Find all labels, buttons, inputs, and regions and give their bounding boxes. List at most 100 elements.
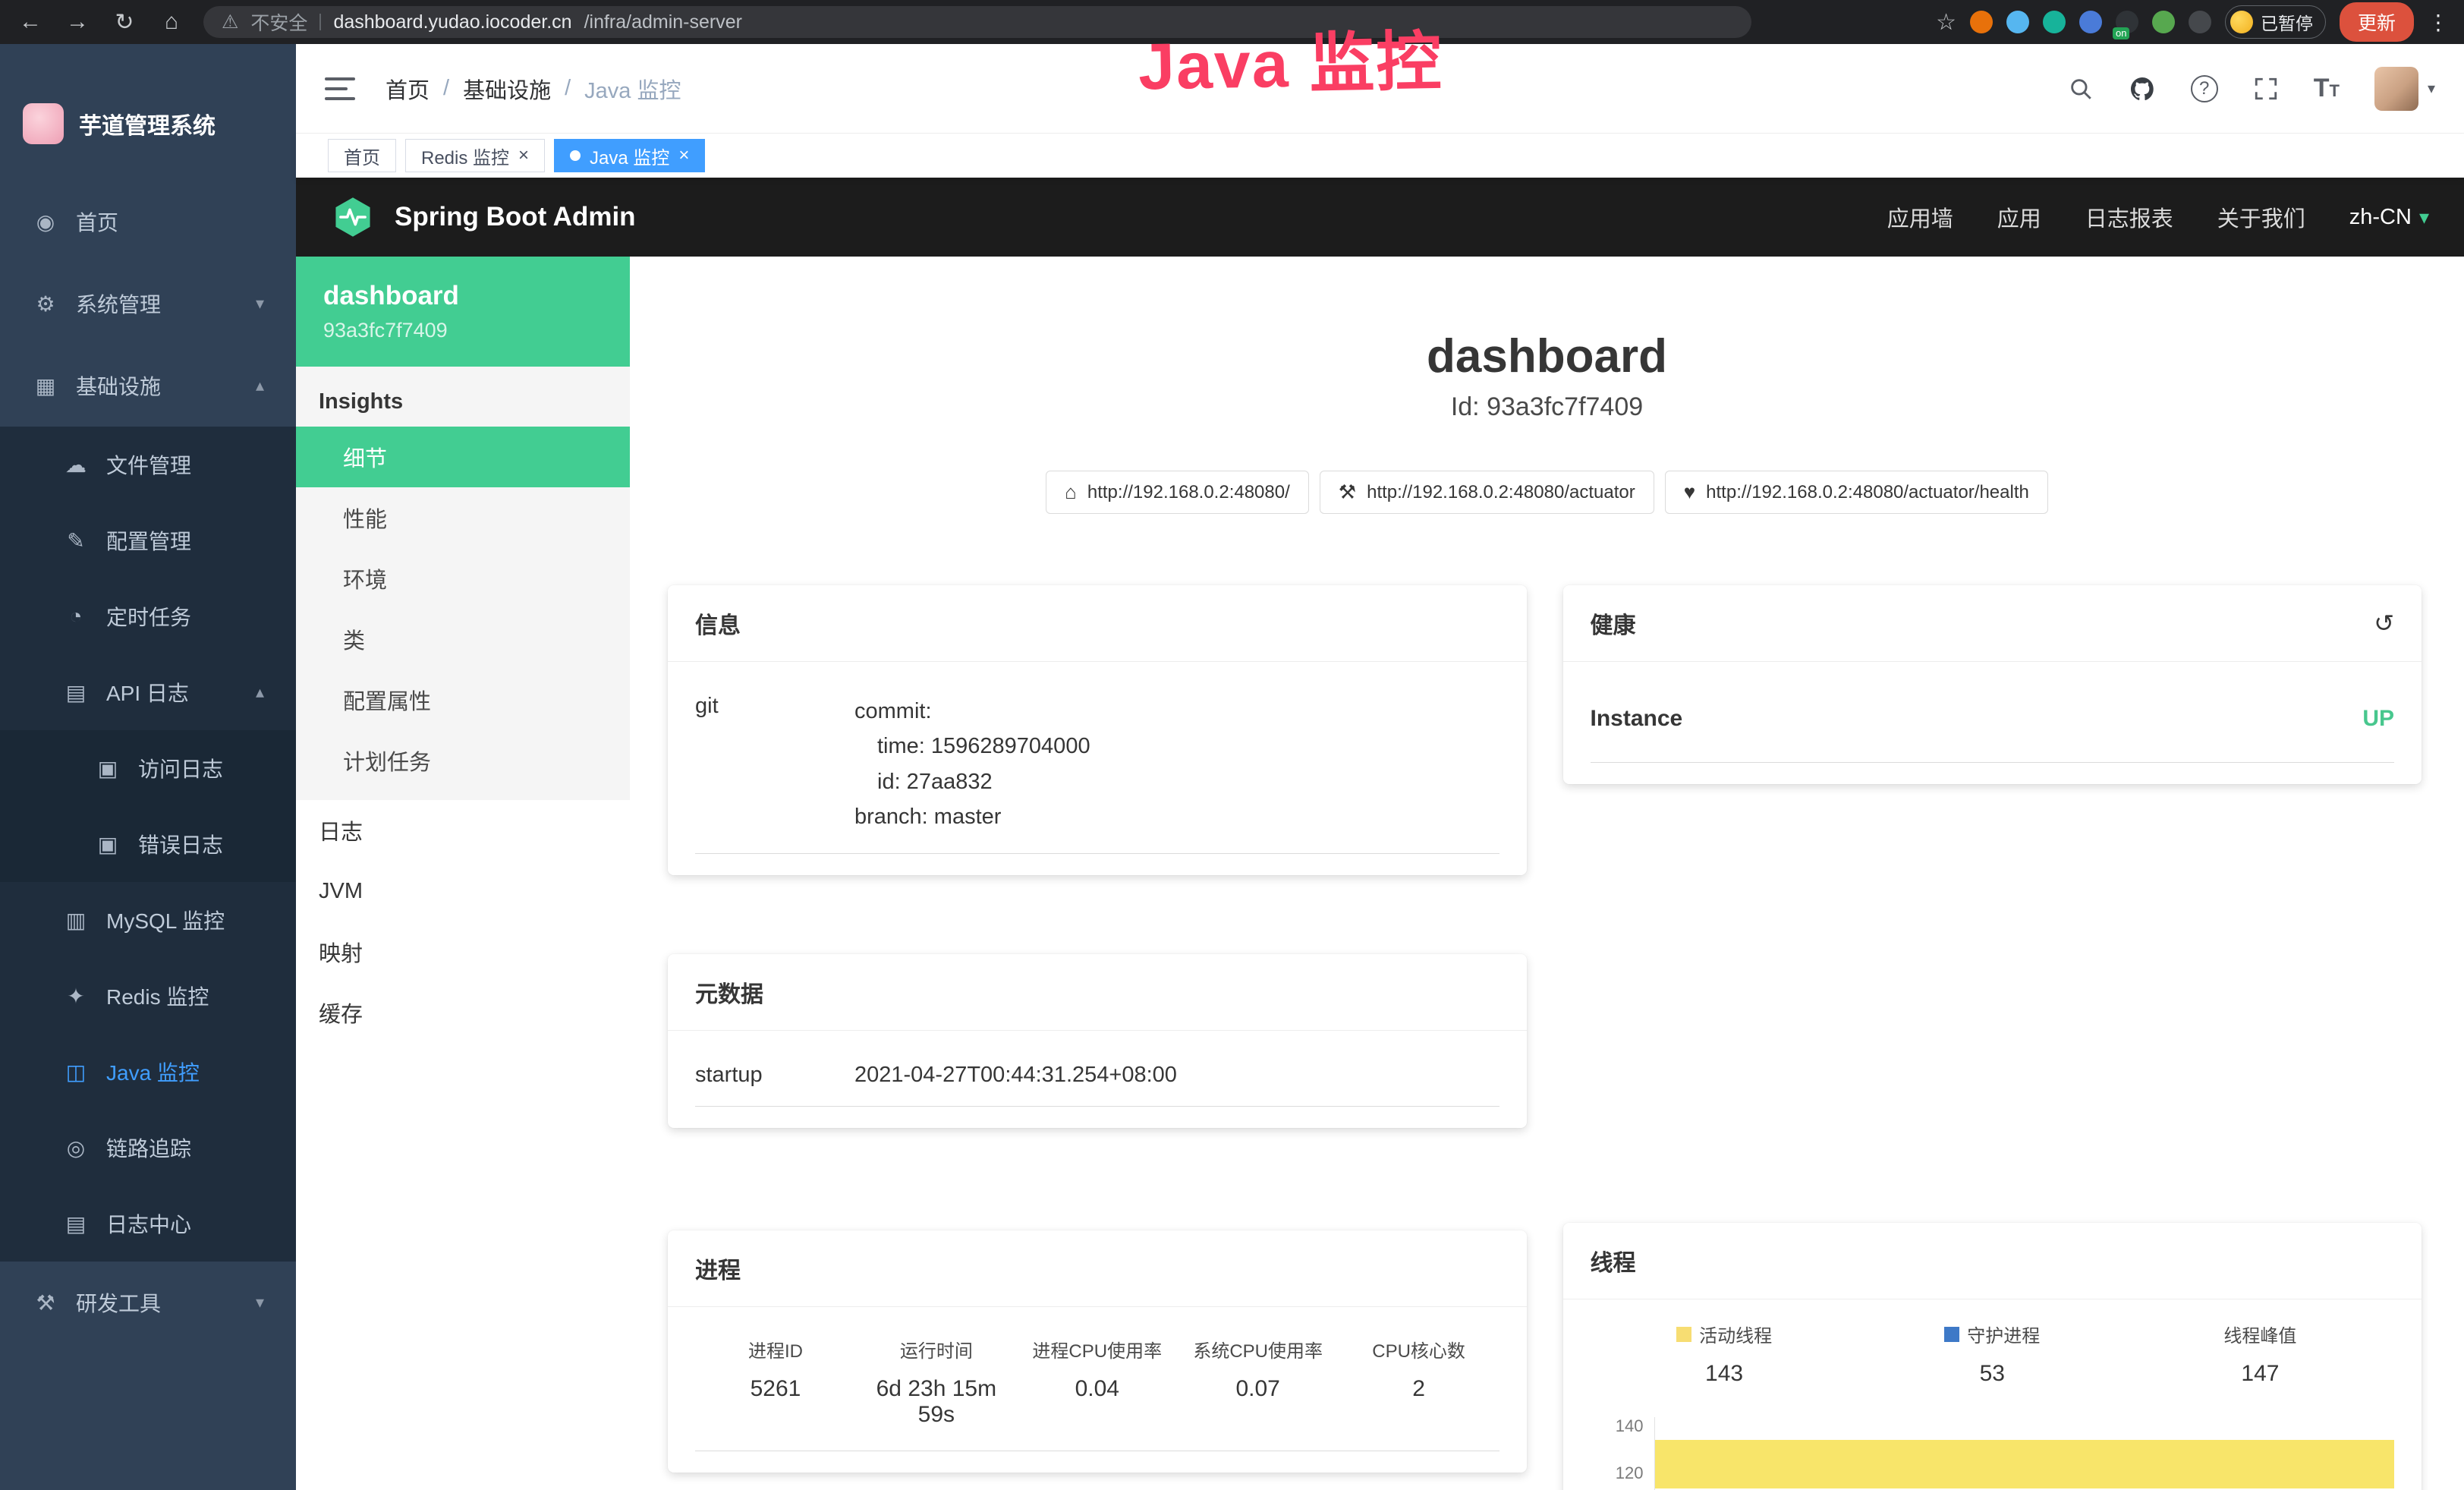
- threads-chart-area: [1655, 1440, 2395, 1488]
- sba-item-logging[interactable]: 日志: [296, 800, 630, 861]
- legend-daemon-value: 53: [1858, 1361, 2126, 1387]
- sidebar-item-config[interactable]: ✎ 配置管理: [0, 502, 296, 578]
- sba-item-mappings[interactable]: 映射: [296, 921, 630, 982]
- sba-item-jvm[interactable]: JVM: [296, 861, 630, 921]
- git-branch-line: branch: master: [854, 799, 1090, 834]
- upload-icon: ☁: [62, 452, 90, 477]
- service-url-button[interactable]: ⌂ http://192.168.0.2:48080/: [1046, 471, 1309, 514]
- metadata-value: 2021-04-27T00:44:31.254+08:00: [854, 1063, 1177, 1088]
- address-divider: [319, 14, 321, 30]
- github-icon[interactable]: [2129, 75, 2156, 102]
- sba-content: dashboard Id: 93a3fc7f7409 ⌂ http://192.…: [630, 257, 2464, 1490]
- sba-nav-applications[interactable]: 应用: [1997, 201, 2041, 233]
- back-icon[interactable]: ←: [15, 9, 46, 35]
- sidebar-item-infra[interactable]: ▦ 基础设施 ▴: [0, 345, 296, 427]
- sidebar-item-error-log[interactable]: ▣ 错误日志: [0, 806, 296, 882]
- extension-orange-icon[interactable]: [1970, 11, 1993, 33]
- extension-green-icon[interactable]: [2152, 11, 2175, 33]
- extension-proxy-icon[interactable]: on: [2116, 11, 2138, 33]
- browser-menu-icon[interactable]: ⋮: [2428, 10, 2449, 35]
- health-url-button[interactable]: ♥ http://192.168.0.2:48080/actuator/heal…: [1665, 471, 2048, 514]
- spring-boot-admin-logo-icon[interactable]: [331, 195, 375, 239]
- search-icon[interactable]: [2068, 76, 2094, 102]
- process-col-syscpu: 系统CPU使用率 0.07: [1178, 1336, 1339, 1428]
- sba-item-caches[interactable]: 缓存: [296, 982, 630, 1043]
- sba-header: Spring Boot Admin 应用墙 应用 日志报表 关于我们 zh-CN…: [296, 178, 2464, 257]
- breadcrumb-home[interactable]: 首页: [385, 73, 430, 105]
- instance-header[interactable]: dashboard 93a3fc7f7409: [296, 257, 630, 367]
- sba-body: dashboard 93a3fc7f7409 Insights 细节 性能 环境…: [296, 257, 2464, 1490]
- actuator-url-button[interactable]: ⚒ http://192.168.0.2:48080/actuator: [1320, 471, 1654, 514]
- header-actions: ? TT ▾: [2068, 67, 2435, 111]
- sidebar-item-job[interactable]: ◔ 定时任务: [0, 578, 296, 654]
- sba-item-scheduledtasks[interactable]: 计划任务: [296, 730, 630, 791]
- paused-label: 已暂停: [2261, 9, 2313, 35]
- profile-paused-badge[interactable]: 已暂停: [2225, 5, 2326, 39]
- sba-item-metrics[interactable]: 性能: [296, 487, 630, 548]
- security-label: 不安全: [250, 8, 307, 36]
- sba-nav-about[interactable]: 关于我们: [2217, 201, 2305, 233]
- sidebar-item-system[interactable]: ⚙ 系统管理 ▾: [0, 263, 296, 345]
- page-title: dashboard: [630, 329, 2464, 383]
- sidebar-item-java[interactable]: ◫ Java 监控: [0, 1034, 296, 1110]
- sba-item-configprops[interactable]: 配置属性: [296, 669, 630, 730]
- chevron-up-icon: ▴: [256, 682, 264, 702]
- sba-item-environment[interactable]: 环境: [296, 548, 630, 609]
- close-icon[interactable]: ×: [678, 145, 689, 166]
- tab-label: 首页: [344, 143, 380, 169]
- health-card: 健康 ↺ Instance UP: [1563, 585, 2422, 784]
- ytick: 140: [1591, 1417, 1644, 1435]
- sidebar-item-redis[interactable]: ✦ Redis 监控: [0, 958, 296, 1034]
- sidebar-item-file[interactable]: ☁ 文件管理: [0, 427, 296, 502]
- reload-icon[interactable]: ↻: [109, 9, 140, 36]
- database-icon: ▥: [62, 908, 90, 933]
- tab-java[interactable]: Java 监控 ×: [554, 139, 705, 172]
- sba-nav-wallboard[interactable]: 应用墙: [1887, 201, 1953, 233]
- sidebar-item-devtools[interactable]: ⚒ 研发工具 ▾: [0, 1262, 296, 1344]
- close-icon[interactable]: ×: [518, 145, 529, 166]
- locale-select[interactable]: zh-CN ▾: [2349, 205, 2429, 230]
- extension-lightblue-icon[interactable]: [2006, 11, 2029, 33]
- sidebar-item-trace[interactable]: ◎ 链路追踪: [0, 1110, 296, 1186]
- cards-left-column: 信息 git commit: time: 1596289704000 id: 2: [668, 585, 1527, 1473]
- process-col-label: 进程ID: [695, 1336, 856, 1362]
- sba-item-details[interactable]: 细节: [296, 427, 630, 487]
- sidebar-item-label: 系统管理: [76, 288, 239, 319]
- fullscreen-icon[interactable]: [2253, 76, 2279, 102]
- bookmark-star-icon[interactable]: ☆: [1936, 9, 1956, 36]
- sidebar-item-mysql[interactable]: ▥ MySQL 监控: [0, 882, 296, 958]
- sba-nav-journal[interactable]: 日志报表: [2085, 201, 2173, 233]
- app-logo[interactable]: 芋道管理系统: [0, 44, 296, 165]
- sba-item-classes[interactable]: 类: [296, 609, 630, 669]
- tab-home[interactable]: 首页: [328, 139, 396, 172]
- address-bar[interactable]: ⚠ 不安全 dashboard.yudao.iocoder.cn/infra/a…: [203, 6, 1751, 38]
- extension-dark-icon[interactable]: [2189, 11, 2211, 33]
- chrome-update-button[interactable]: 更新: [2340, 2, 2414, 42]
- extension-teal-icon[interactable]: [2043, 11, 2066, 33]
- browser-toolbar: ← → ↻ ⌂ ⚠ 不安全 dashboard.yudao.iocoder.cn…: [0, 0, 2464, 44]
- breadcrumb-infra[interactable]: 基础设施: [463, 73, 551, 105]
- legend-peak-value: 147: [2126, 1361, 2394, 1387]
- help-icon[interactable]: ?: [2191, 75, 2218, 102]
- hamburger-icon[interactable]: [325, 77, 355, 100]
- redis-icon: ✦: [62, 984, 90, 1009]
- user-menu[interactable]: ▾: [2374, 67, 2435, 111]
- threads-card-title: 线程: [1591, 1244, 1636, 1277]
- font-size-icon[interactable]: TT: [2314, 74, 2340, 103]
- sidebar-item-log-center[interactable]: ▤ 日志中心: [0, 1186, 296, 1262]
- extension-blue-icon[interactable]: [2079, 11, 2102, 33]
- sidebar-item-home[interactable]: ◉ 首页: [0, 181, 296, 263]
- forward-icon[interactable]: →: [62, 9, 93, 35]
- breadcrumb-separator: /: [565, 76, 571, 101]
- instance-id: 93a3fc7f7409: [323, 319, 603, 342]
- security-warning-icon[interactable]: ⚠: [222, 11, 238, 33]
- tab-redis[interactable]: Redis 监控 ×: [405, 139, 545, 172]
- home-icon[interactable]: ⌂: [156, 9, 187, 35]
- url-path: /infra/admin-server: [584, 11, 742, 33]
- sidebar-item-access-log[interactable]: ▣ 访问日志: [0, 730, 296, 806]
- app-sidebar: 芋道管理系统 ◉ 首页 ⚙ 系统管理 ▾ ▦ 基础设施 ▴ ☁ 文件管理: [0, 44, 296, 1490]
- history-icon[interactable]: ↺: [2374, 609, 2394, 638]
- profile-avatar-icon: [2230, 11, 2253, 33]
- sidebar-item-api-log[interactable]: ▤ API 日志 ▴: [0, 654, 296, 730]
- legend-live-swatch: [1676, 1327, 1691, 1342]
